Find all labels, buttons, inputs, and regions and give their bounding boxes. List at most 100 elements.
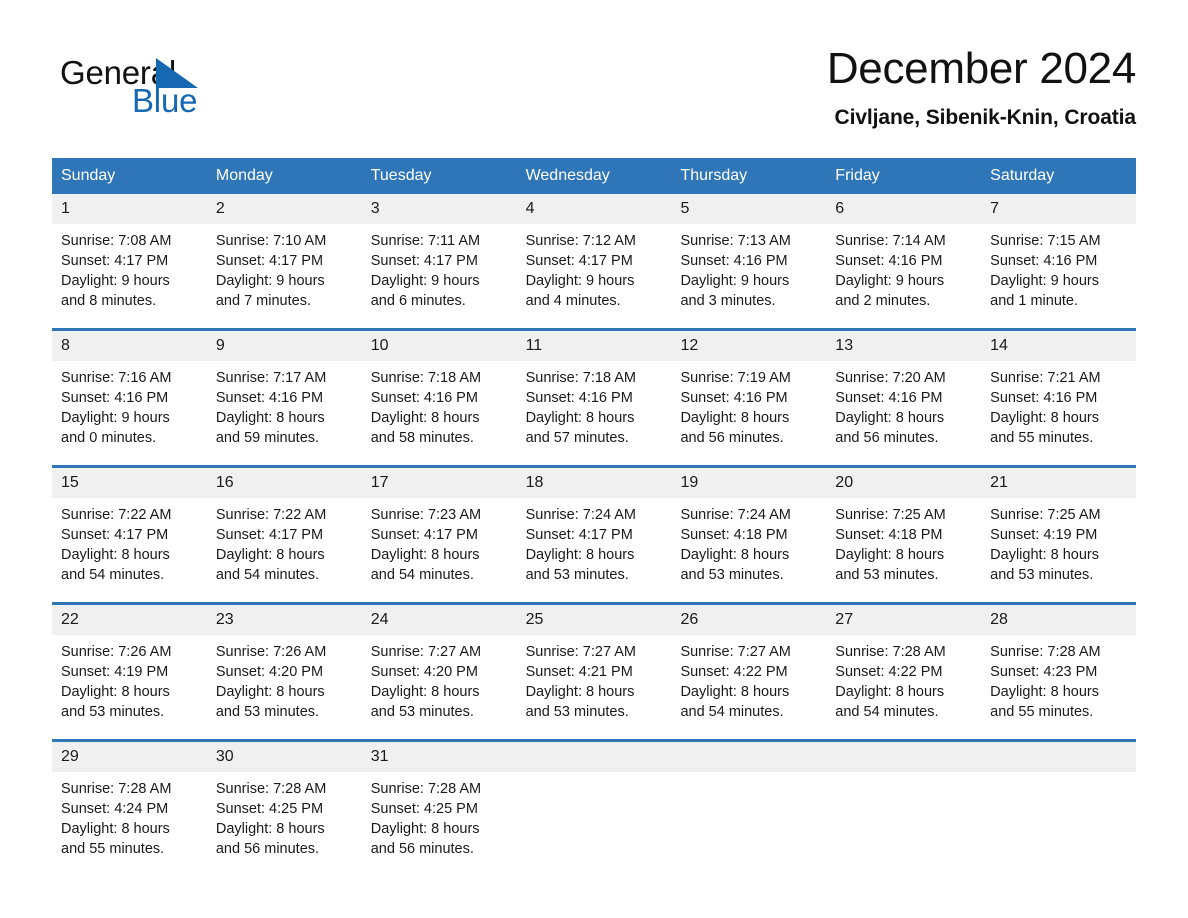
sunrise-text: Sunrise: 7:28 AM [990,644,1101,661]
day-cell-25[interactable]: 25 Sunrise: 7:27 AM Sunset: 4:21 PM Dayl… [516,605,672,729]
day-cell-30[interactable]: 30 Sunrise: 7:28 AM Sunset: 4:25 PM Dayl… [206,742,362,866]
sunset-text: Sunset: 4:16 PM [990,253,1098,270]
sunrise-text: Sunrise: 7:12 AM [525,233,636,250]
day-number: 9 [206,331,362,362]
day-cell-1[interactable]: 1 Sunrise: 7:08 AM Sunset: 4:17 PM Dayli… [52,194,207,318]
day-details: Sunrise: 7:28 AM Sunset: 4:25 PM Dayligh… [362,772,517,859]
day-details: Sunrise: 7:19 AM Sunset: 4:16 PM Dayligh… [671,361,826,448]
day-cell-27[interactable]: 27 Sunrise: 7:28 AM Sunset: 4:22 PM Dayl… [826,605,982,729]
sunset-text: Sunset: 4:18 PM [680,527,788,544]
sunset-text: Sunset: 4:16 PM [680,253,788,270]
day-number: 13 [826,331,982,362]
sunrise-text: Sunrise: 7:27 AM [525,644,636,661]
day-number: 26 [671,605,827,636]
day-number: 15 [52,468,207,499]
daylight-text-line2: and 0 minutes. [61,430,157,447]
sunset-text: Sunset: 4:17 PM [525,253,633,270]
sunrise-text: Sunrise: 7:24 AM [680,507,791,524]
sunset-text: Sunset: 4:22 PM [835,664,943,681]
day-cell-10[interactable]: 10 Sunrise: 7:18 AM Sunset: 4:16 PM Dayl… [361,331,517,455]
day-cell-18[interactable]: 18 Sunrise: 7:24 AM Sunset: 4:17 PM Dayl… [516,468,672,592]
day-cell-11[interactable]: 11 Sunrise: 7:18 AM Sunset: 4:16 PM Dayl… [516,331,672,455]
daylight-text-line1: Daylight: 8 hours [215,410,325,427]
day-cell-21[interactable]: 21 Sunrise: 7:25 AM Sunset: 4:19 PM Dayl… [981,468,1137,592]
day-cell-31[interactable]: 31 Sunrise: 7:28 AM Sunset: 4:25 PM Dayl… [361,742,517,866]
day-details: Sunrise: 7:22 AM Sunset: 4:17 PM Dayligh… [52,498,207,585]
daylight-text-line2: and 53 minutes. [525,704,629,721]
day-cell-2[interactable]: 2 Sunrise: 7:10 AM Sunset: 4:17 PM Dayli… [206,194,362,318]
sunset-text: Sunset: 4:25 PM [215,801,324,818]
sunrise-text: Sunrise: 7:28 AM [835,644,946,661]
general-blue-logo[interactable]: General Blue [52,44,272,124]
day-cell-17[interactable]: 17 Sunrise: 7:23 AM Sunset: 4:17 PM Dayl… [361,468,517,592]
day-cell-empty [826,742,982,866]
day-details: Sunrise: 7:28 AM Sunset: 4:25 PM Dayligh… [207,772,362,859]
day-number: 8 [52,331,207,362]
sunrise-text: Sunrise: 7:26 AM [215,644,327,661]
sunset-text: Sunset: 4:17 PM [215,527,324,544]
daylight-text-line1: Daylight: 8 hours [215,821,325,838]
day-cell-7[interactable]: 7 Sunrise: 7:15 AM Sunset: 4:16 PM Dayli… [981,194,1137,318]
day-cell-20[interactable]: 20 Sunrise: 7:25 AM Sunset: 4:18 PM Dayl… [826,468,982,592]
day-details: Sunrise: 7:16 AM Sunset: 4:16 PM Dayligh… [52,361,207,448]
weekday-header-friday: Friday [835,167,880,184]
daylight-text-line2: and 6 minutes. [370,293,466,310]
day-cell-12[interactable]: 12 Sunrise: 7:19 AM Sunset: 4:16 PM Dayl… [671,331,827,455]
daylight-text-line1: Daylight: 8 hours [370,547,480,564]
daylight-text-line1: Daylight: 8 hours [680,547,790,564]
day-cell-26[interactable]: 26 Sunrise: 7:27 AM Sunset: 4:22 PM Dayl… [671,605,827,729]
day-cell-9[interactable]: 9 Sunrise: 7:17 AM Sunset: 4:16 PM Dayli… [206,331,362,455]
sunset-text: Sunset: 4:17 PM [61,253,169,270]
calendar-table: Sunday Monday Tuesday Wednesday Thursday… [52,158,1137,866]
daylight-text-line2: and 58 minutes. [370,430,474,447]
day-details: Sunrise: 7:13 AM Sunset: 4:16 PM Dayligh… [671,224,826,311]
sunset-text: Sunset: 4:19 PM [61,664,169,681]
day-details: Sunrise: 7:24 AM Sunset: 4:17 PM Dayligh… [517,498,672,585]
daylight-text-line2: and 53 minutes. [990,567,1094,584]
daylight-text-line2: and 1 minute. [990,293,1079,310]
sunrise-text: Sunrise: 7:27 AM [680,644,791,661]
sunset-text: Sunset: 4:20 PM [370,664,478,681]
day-cell-22[interactable]: 22 Sunrise: 7:26 AM Sunset: 4:19 PM Dayl… [52,605,207,729]
daylight-text-line1: Daylight: 8 hours [370,410,480,427]
daylight-text-line1: Daylight: 8 hours [990,547,1099,564]
daylight-text-line1: Daylight: 9 hours [370,273,480,290]
sunset-text: Sunset: 4:17 PM [370,527,478,544]
weekday-header-thursday: Thursday [680,167,748,184]
day-details: Sunrise: 7:20 AM Sunset: 4:16 PM Dayligh… [826,361,981,448]
daylight-text-line1: Daylight: 8 hours [61,547,170,564]
day-cell-8[interactable]: 8 Sunrise: 7:16 AM Sunset: 4:16 PM Dayli… [52,331,207,455]
sunset-text: Sunset: 4:16 PM [61,390,169,407]
day-cell-13[interactable]: 13 Sunrise: 7:20 AM Sunset: 4:16 PM Dayl… [826,331,982,455]
day-number: 11 [516,331,672,362]
day-cell-14[interactable]: 14 Sunrise: 7:21 AM Sunset: 4:16 PM Dayl… [981,331,1137,455]
sunset-text: Sunset: 4:16 PM [835,390,943,407]
day-cell-6[interactable]: 6 Sunrise: 7:14 AM Sunset: 4:16 PM Dayli… [826,194,982,318]
daylight-text-line1: Daylight: 8 hours [680,410,790,427]
daylight-text-line2: and 57 minutes. [525,430,629,447]
day-details: Sunrise: 7:12 AM Sunset: 4:17 PM Dayligh… [517,224,672,311]
day-cell-29[interactable]: 29 Sunrise: 7:28 AM Sunset: 4:24 PM Dayl… [52,742,207,866]
week-row-4: 22 Sunrise: 7:26 AM Sunset: 4:19 PM Dayl… [52,602,1137,729]
daylight-text-line2: and 4 minutes. [525,293,621,310]
day-number: 23 [206,605,362,636]
day-cell-5[interactable]: 5 Sunrise: 7:13 AM Sunset: 4:16 PM Dayli… [671,194,827,318]
day-cell-24[interactable]: 24 Sunrise: 7:27 AM Sunset: 4:20 PM Dayl… [361,605,517,729]
daylight-text-line1: Daylight: 8 hours [680,684,790,701]
daylight-text-line2: and 56 minutes. [835,430,939,447]
sunset-text: Sunset: 4:17 PM [61,527,169,544]
day-cell-19[interactable]: 19 Sunrise: 7:24 AM Sunset: 4:18 PM Dayl… [671,468,827,592]
day-cell-16[interactable]: 16 Sunrise: 7:22 AM Sunset: 4:17 PM Dayl… [206,468,362,592]
day-details: Sunrise: 7:28 AM Sunset: 4:24 PM Dayligh… [52,772,207,859]
day-number [516,742,672,773]
day-cell-23[interactable]: 23 Sunrise: 7:26 AM Sunset: 4:20 PM Dayl… [206,605,362,729]
day-cell-15[interactable]: 15 Sunrise: 7:22 AM Sunset: 4:17 PM Dayl… [52,468,207,592]
day-cell-28[interactable]: 28 Sunrise: 7:28 AM Sunset: 4:23 PM Dayl… [981,605,1137,729]
day-cell-4[interactable]: 4 Sunrise: 7:12 AM Sunset: 4:17 PM Dayli… [516,194,672,318]
sunset-text: Sunset: 4:16 PM [835,253,943,270]
daylight-text-line1: Daylight: 8 hours [525,547,635,564]
week-row-3: 15 Sunrise: 7:22 AM Sunset: 4:17 PM Dayl… [52,465,1137,592]
day-number [981,742,1137,773]
weekday-header-sunday: Sunday [61,167,116,184]
day-cell-3[interactable]: 3 Sunrise: 7:11 AM Sunset: 4:17 PM Dayli… [361,194,517,318]
